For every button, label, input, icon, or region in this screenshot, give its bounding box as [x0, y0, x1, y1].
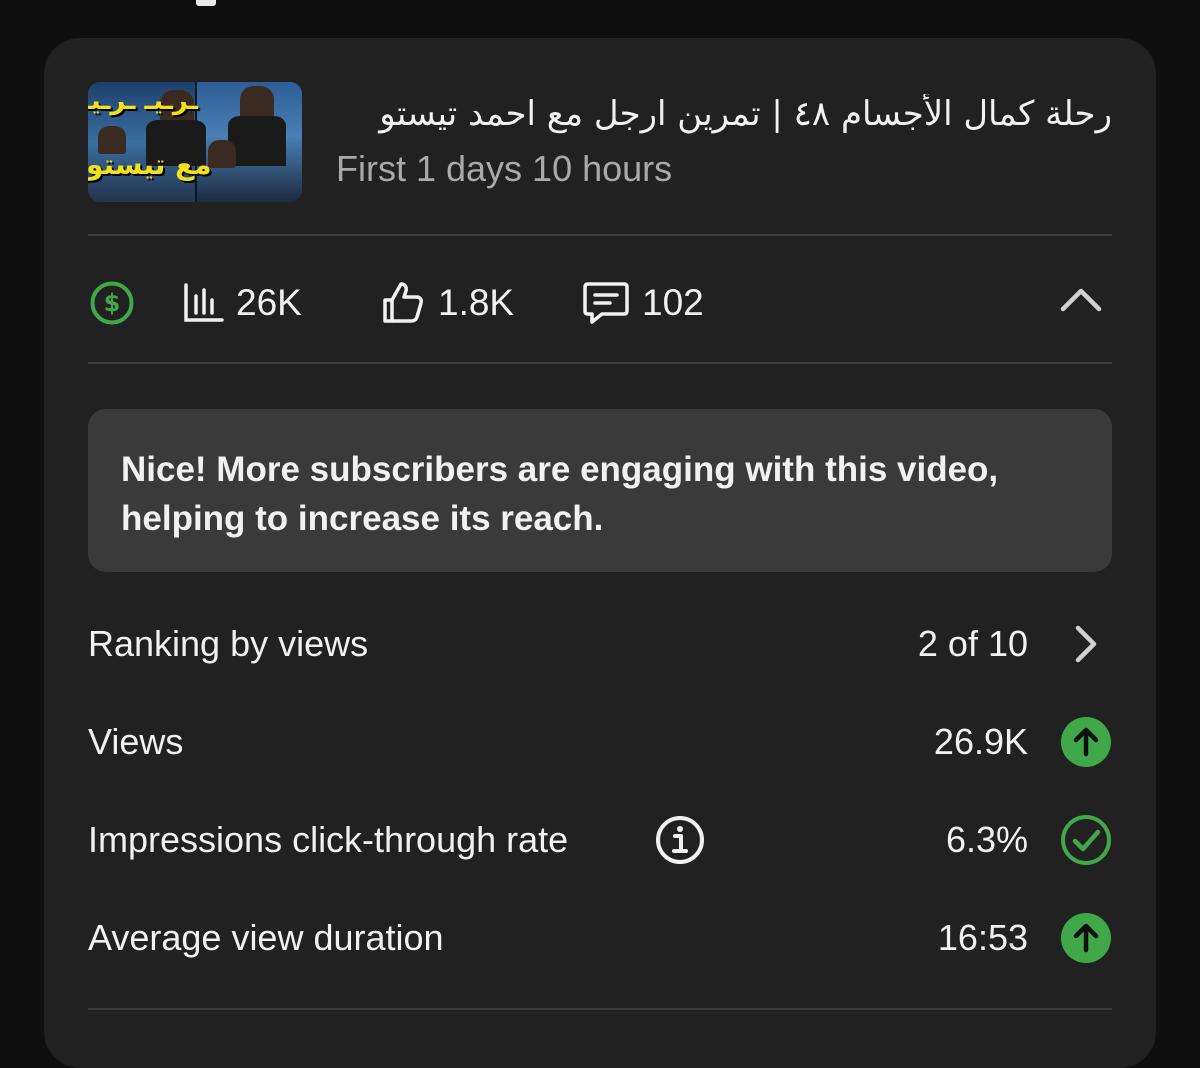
page-heading-fragment — [196, 0, 216, 6]
chevron-right-icon[interactable] — [1060, 618, 1112, 670]
metric-value: 16:53 — [937, 917, 1028, 958]
thumbnail-caption: مع تيستو — [88, 148, 212, 181]
views-count: 26K — [236, 282, 302, 323]
comments-stat[interactable]: 102 — [582, 274, 704, 332]
arrow-up-icon — [1061, 913, 1111, 963]
metric-average-view-duration[interactable]: Average view duration 16:53 — [88, 909, 1112, 969]
video-thumbnail[interactable]: ـرـيـ ـرـيـ مع تيستو — [88, 82, 302, 202]
comments-count: 102 — [642, 282, 704, 323]
divider — [88, 234, 1112, 236]
metric-ranking-by-views[interactable]: Ranking by views 2 of 10 — [88, 615, 1112, 675]
metric-label: Average view duration — [88, 917, 444, 958]
video-summary[interactable]: ـرـيـ ـرـيـ مع تيستو رحلة كمال الأجسام ٤… — [88, 82, 1112, 202]
metric-value: 6.3% — [945, 819, 1028, 860]
bar-chart-icon — [184, 283, 224, 322]
divider — [88, 362, 1112, 364]
monetization-status[interactable]: $ — [88, 274, 136, 332]
dollar-circle-icon: $ — [90, 281, 134, 325]
info-icon[interactable] — [654, 814, 706, 866]
divider — [88, 1008, 1112, 1010]
stats-row[interactable]: $ 26K 1.8K 102 — [88, 274, 1112, 332]
metric-impressions-ctr[interactable]: Impressions click-through rate 6.3% — [88, 811, 1112, 871]
metric-value: 2 of 10 — [917, 623, 1028, 664]
metric-views[interactable]: Views 26.9K — [88, 713, 1112, 773]
metric-label: Ranking by views — [88, 623, 369, 664]
arrow-up-icon — [1061, 717, 1111, 767]
thumbs-up-icon — [383, 282, 423, 323]
metric-label: Views — [88, 721, 184, 762]
video-time-window: First 1 days 10 hours — [336, 148, 673, 189]
likes-stat[interactable]: 1.8K — [380, 274, 514, 332]
video-title[interactable]: رحلة كمال الأجسام ٤٨ | تمرين ارجل مع احم… — [336, 94, 1112, 134]
metric-label: Impressions click-through rate — [88, 819, 569, 860]
svg-text:$: $ — [104, 289, 121, 317]
chevron-up-icon[interactable] — [1060, 284, 1102, 314]
video-performance-card: ـرـيـ ـرـيـ مع تيستو رحلة كمال الأجسام ٤… — [44, 38, 1156, 1068]
views-stat[interactable]: 26K — [182, 274, 302, 332]
metric-value: 26.9K — [933, 721, 1028, 762]
comment-icon — [583, 282, 629, 324]
likes-count: 1.8K — [438, 282, 515, 323]
check-circle-icon — [1061, 815, 1111, 865]
insight-message: Nice! More subscribers are engaging with… — [88, 409, 1112, 572]
